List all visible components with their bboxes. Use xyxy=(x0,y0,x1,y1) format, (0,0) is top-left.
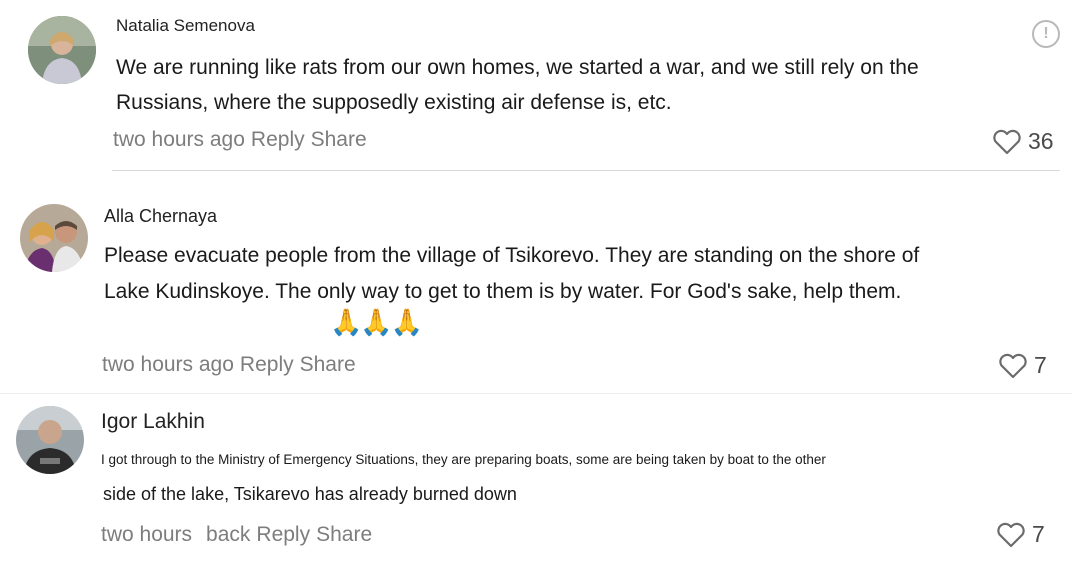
comment-meta: two hours ago Reply Share xyxy=(113,128,373,152)
reply-button[interactable]: Reply xyxy=(240,353,294,376)
reply-button[interactable]: Reply xyxy=(251,128,305,151)
comment-natalia: Natalia Semenova ! We are running like r… xyxy=(0,0,1072,170)
comment-alla: Alla Chernaya Please evacuate people fro… xyxy=(0,171,1072,391)
share-button[interactable]: Share xyxy=(316,523,372,546)
share-button[interactable]: Share xyxy=(300,353,356,376)
like-count: 36 xyxy=(1028,128,1054,154)
timestamp: two hours ago xyxy=(102,353,234,376)
avatar[interactable] xyxy=(20,204,88,272)
avatar[interactable] xyxy=(16,406,84,474)
comment-author[interactable]: Natalia Semenova xyxy=(116,16,255,36)
comment-text-line-1: Please evacuate people from the village … xyxy=(104,244,920,267)
avatar-image xyxy=(28,16,96,84)
comment-text-line-2: Lake Kudinskoye. The only way to get to … xyxy=(104,280,902,303)
comment-igor: Igor Lakhin I got through to the Ministr… xyxy=(0,394,1072,565)
comment-text-line-1: We are running like rats from our own ho… xyxy=(116,56,919,79)
exclamation-circle-icon[interactable]: ! xyxy=(1032,20,1060,48)
like-count: 7 xyxy=(1034,352,1047,378)
avatar[interactable] xyxy=(28,16,96,84)
comment-author[interactable]: Alla Chernaya xyxy=(104,206,217,227)
heart-outline-icon xyxy=(993,129,1021,154)
like-button[interactable]: 7 xyxy=(998,352,1047,379)
comment-text-line-1: I got through to the Ministry of Emergen… xyxy=(101,452,826,467)
heart-outline-icon xyxy=(997,522,1025,547)
avatar-image xyxy=(20,204,88,272)
heart-outline-icon xyxy=(999,353,1027,378)
comment-text-line-2: side of the lake, Tsikarevo has already … xyxy=(103,484,517,504)
comment-text-line-2: Russians, where the supposedly existing … xyxy=(116,91,672,114)
reply-button[interactable]: Reply xyxy=(256,523,310,546)
comment-meta: two hours ago Reply Share xyxy=(102,353,362,377)
like-count: 7 xyxy=(1032,521,1045,547)
comment-meta: two hours back Reply Share xyxy=(101,523,378,547)
like-button[interactable]: 36 xyxy=(992,128,1054,155)
timestamp: two hours ago xyxy=(113,128,245,151)
timestamp-suffix: back xyxy=(206,523,251,546)
comment-author[interactable]: Igor Lakhin xyxy=(101,410,205,434)
timestamp: two hours xyxy=(101,523,193,546)
avatar-image xyxy=(16,406,84,474)
like-button[interactable]: 7 xyxy=(996,521,1045,548)
share-button[interactable]: Share xyxy=(311,128,367,151)
comment-emoji: 🙏🙏🙏 xyxy=(330,307,423,337)
